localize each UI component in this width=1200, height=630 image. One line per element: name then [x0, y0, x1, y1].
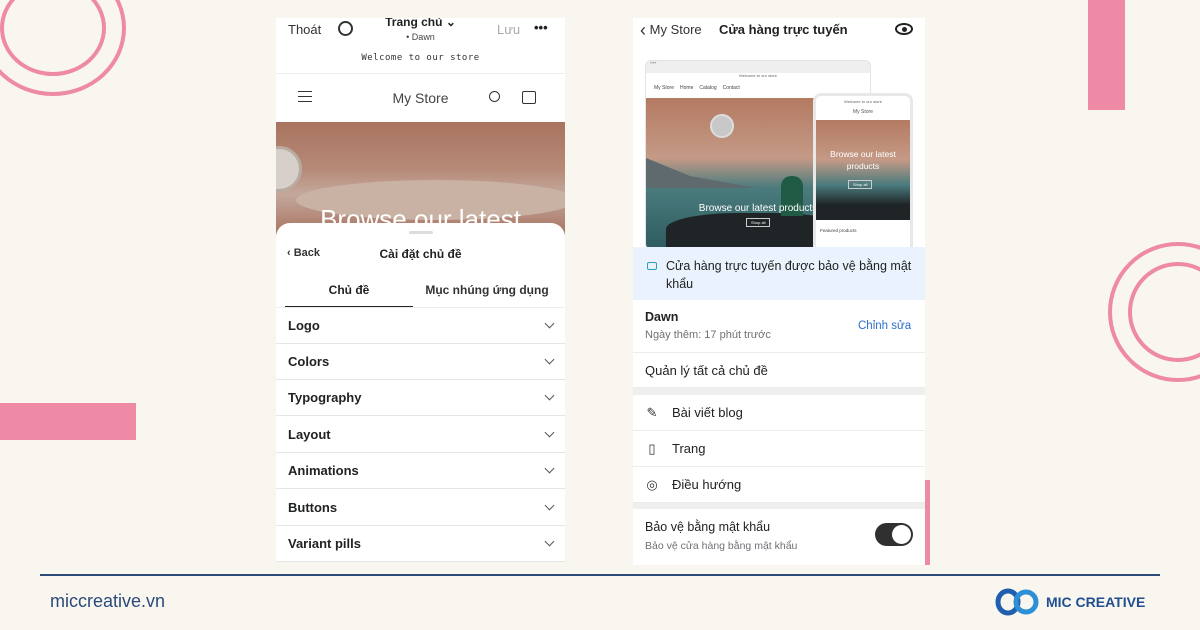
decor-line	[925, 480, 930, 565]
menu-label: Trang	[672, 441, 706, 456]
section-label: Layout	[288, 427, 331, 442]
chevron-down-icon	[544, 427, 555, 438]
section-label: Typography	[288, 390, 362, 405]
desktop-store: My Store	[654, 85, 675, 91]
section-logo[interactable]: Logo	[276, 308, 565, 344]
section-variant-pills[interactable]: Variant pills	[276, 526, 565, 562]
decor-bar	[1088, 0, 1125, 110]
tab-app-embeds[interactable]: Mục nhúng ứng dụng	[416, 283, 558, 297]
tab-theme[interactable]: Chủ đề	[285, 283, 413, 308]
page-selector[interactable]: Trang chủ ⌄	[276, 18, 565, 29]
password-toggle[interactable]	[875, 523, 913, 546]
chevron-down-icon: ⌄	[445, 18, 456, 29]
website-link[interactable]: miccreative.vn	[50, 591, 165, 612]
mobile-featured: Featured products	[820, 228, 857, 233]
menu-blog-posts[interactable]: ✎ Bài viết blog	[633, 395, 925, 431]
save-button[interactable]: Lưu	[497, 22, 520, 37]
section-label: Logo	[288, 318, 320, 333]
section-label: Buttons	[288, 500, 338, 515]
manage-themes-link[interactable]: Quản lý tất cả chủ đề	[633, 352, 925, 388]
settings-sheet: ‹ Back Cài đặt chủ đề Chủ đề Mục nhúng ứ…	[276, 223, 565, 562]
announcement-bar: Welcome to our store	[361, 53, 480, 63]
section-layout[interactable]: Layout	[276, 417, 565, 453]
manage-themes-label: Quản lý tất cả chủ đề	[645, 362, 768, 378]
mobile-announcement: Welcome to our store	[844, 99, 882, 104]
chevron-left-icon: ‹	[640, 20, 646, 40]
logo-icon	[995, 588, 1039, 616]
decor-bar	[0, 403, 136, 440]
menu-label: Bài viết blog	[672, 405, 743, 420]
chevron-down-icon	[544, 318, 555, 329]
chevron-down-icon	[544, 500, 555, 511]
sheet-title: Cài đặt chủ đề	[379, 247, 462, 261]
section-typography[interactable]: Typography	[276, 380, 565, 416]
brand-name: MIC CREATIVE	[1046, 594, 1146, 610]
cart-icon[interactable]	[522, 91, 536, 104]
search-icon[interactable]	[489, 91, 500, 102]
desktop-shop-button: Shop all	[746, 218, 771, 227]
eye-icon[interactable]	[895, 23, 913, 35]
menu-pages[interactable]: ▯ Trang	[633, 431, 925, 467]
back-label: My Store	[649, 22, 702, 37]
theme-added: Ngày thêm: 17 phút trước	[645, 329, 771, 341]
password-subtitle: Bảo vệ cửa hàng bằng mật khẩu	[645, 540, 798, 552]
mobile-hero-text: Browse our latest products	[830, 149, 896, 171]
theme-name: Dawn	[645, 310, 679, 324]
desktop-nav-item: Contact	[722, 85, 740, 91]
back-to-store-button[interactable]: ‹ My Store	[640, 20, 702, 41]
drag-handle[interactable]	[409, 231, 433, 234]
password-title: Bảo vệ bằng mật khẩu	[645, 520, 771, 534]
lock-icon	[647, 262, 657, 270]
page-title: Cửa hàng trực tuyến	[719, 22, 848, 37]
theme-editor-phone: Thoát Trang chủ ⌄ • Dawn Lưu ••• Welcome…	[276, 18, 565, 562]
footer-divider	[40, 574, 1160, 576]
page-icon: ▯	[648, 440, 656, 456]
section-buttons[interactable]: Buttons	[276, 490, 565, 526]
edit-icon: ✎	[646, 404, 658, 420]
menu-label: Điều hướng	[672, 477, 742, 492]
chevron-down-icon	[544, 463, 555, 474]
password-banner: Cửa hàng trực tuyến được bảo vệ bằng mật…	[633, 247, 925, 300]
online-store-phone: ‹ My Store Cửa hàng trực tuyến ••• Welco…	[633, 18, 925, 565]
chevron-down-icon	[544, 390, 555, 401]
chevron-down-icon	[544, 536, 555, 547]
section-colors[interactable]: Colors	[276, 344, 565, 380]
section-label: Variant pills	[288, 536, 361, 551]
more-button[interactable]: •••	[534, 20, 548, 35]
chevron-down-icon	[544, 354, 555, 365]
edit-theme-link[interactable]: Chỉnh sửa	[858, 320, 911, 332]
mobile-shop-button: Shop all	[848, 180, 873, 189]
section-label: Animations	[288, 463, 359, 478]
compass-icon: ◎	[646, 476, 658, 492]
menu-navigation[interactable]: ◎ Điều hướng	[633, 467, 925, 503]
desktop-nav-item: Home	[680, 85, 694, 91]
mobile-preview: Welcome to our store My Store Browse our…	[813, 93, 913, 263]
section-animations[interactable]: Animations	[276, 453, 565, 489]
theme-preview[interactable]: ••• Welcome to our store My Store Home Cat…	[633, 48, 925, 263]
mobile-store: My Store	[852, 109, 873, 115]
section-label: Colors	[288, 354, 330, 369]
banner-text: Cửa hàng trực tuyến được bảo vệ bằng mật…	[666, 259, 912, 291]
theme-label: • Dawn	[406, 32, 435, 42]
desktop-nav-item: Catalog	[699, 85, 717, 91]
mic-creative-logo: MIC CREATIVE	[994, 587, 1145, 617]
page-selector-label: Trang chủ	[385, 18, 443, 29]
